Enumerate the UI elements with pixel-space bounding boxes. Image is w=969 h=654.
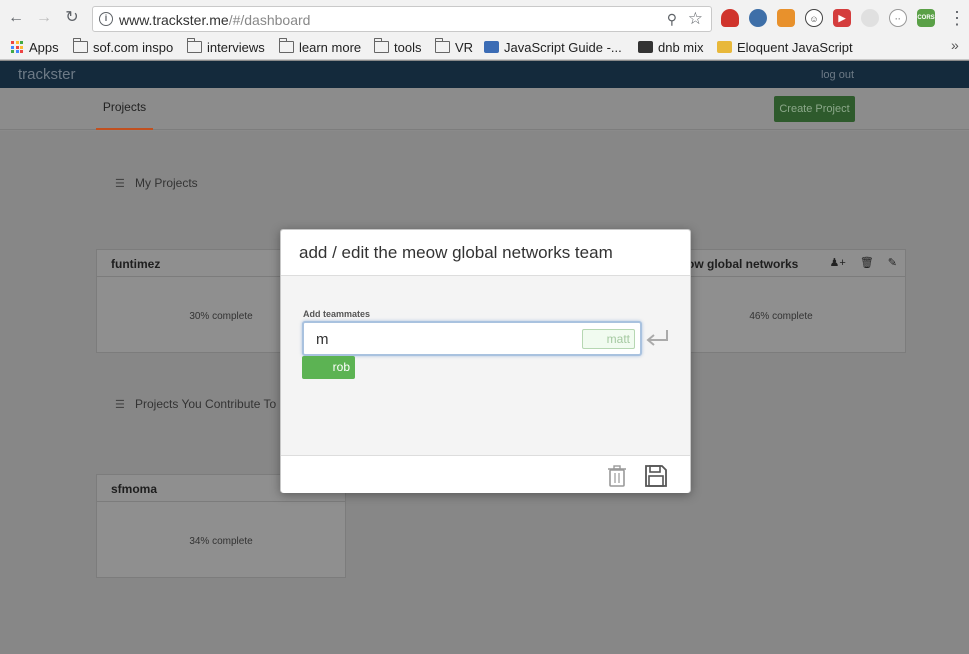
back-icon[interactable]: ← — [6, 8, 26, 28]
card-progress: 34% complete — [189, 536, 253, 547]
mixcloud-icon — [638, 41, 653, 53]
url-host: www.trackster.me — [119, 12, 229, 28]
bookmarks-bar: Apps sof.com inspo interviews learn more… — [0, 36, 969, 58]
bookmark-js-guide[interactable]: JavaScript Guide -... — [484, 38, 622, 56]
bookmark-label: Eloquent JavaScript — [737, 39, 853, 55]
modal-footer — [281, 455, 690, 493]
bookmark-sof[interactable]: sof.com inspo — [73, 38, 173, 56]
suggestion-chip[interactable]: matt — [582, 329, 635, 349]
bookmark-dnb-mix[interactable]: dnb mix — [638, 38, 704, 56]
zoom-icon[interactable]: ⚲ — [667, 11, 677, 28]
folder-icon — [279, 38, 294, 53]
bookmark-learn-more[interactable]: learn more — [279, 38, 361, 56]
trash-icon[interactable]: 🗑 — [860, 256, 874, 269]
my-projects-heading: ☰ My Projects — [115, 176, 198, 190]
stack-icon: ☰ — [115, 178, 125, 190]
chrome-menu-icon[interactable]: ⋮ — [948, 8, 966, 28]
bookmark-tools[interactable]: tools — [374, 38, 421, 56]
card-progress: 46% complete — [749, 311, 813, 322]
edit-icon[interactable]: ✎ — [888, 256, 897, 269]
save-team-button[interactable] — [644, 464, 668, 488]
extension-chart-icon[interactable] — [777, 9, 795, 27]
folder-icon — [374, 38, 389, 53]
forward-icon[interactable]: → — [34, 8, 54, 28]
logout-link[interactable]: log out — [821, 69, 854, 81]
teammate-chip[interactable]: rob — [302, 356, 355, 379]
bookmark-label: Apps — [29, 39, 59, 55]
contribute-label: Projects You Contribute To — [135, 397, 277, 411]
bookmark-label: learn more — [299, 39, 362, 55]
browser-toolbar: ← → ↻ i www.trackster.me/#/dashboard ⚲ ☆… — [0, 0, 969, 60]
tab-projects[interactable]: Projects — [96, 88, 153, 130]
apps-icon — [11, 41, 23, 53]
team-modal: add / edit the meow global networks team… — [280, 229, 691, 493]
url-text[interactable]: www.trackster.me/#/dashboard — [119, 12, 310, 28]
bookmarks-overflow-icon[interactable]: » — [951, 37, 959, 53]
extension-video-icon[interactable]: ▶ — [833, 9, 851, 27]
brand-logo[interactable]: trackster — [18, 66, 76, 83]
card-title: funtimez — [111, 257, 161, 271]
create-project-button[interactable]: Create Project — [774, 96, 855, 122]
address-bar[interactable]: i www.trackster.me/#/dashboard ⚲ ☆ — [92, 6, 712, 32]
bookmark-label: sof.com inspo — [93, 39, 174, 55]
bookmark-apps[interactable]: Apps — [11, 38, 59, 56]
project-card-meow[interactable]: ow global networks ♟+ 🗑 ✎ 46% complete — [656, 249, 906, 353]
card-title: sfmoma — [111, 482, 158, 496]
card-header: ow global networks ♟+ 🗑 ✎ — [657, 250, 905, 277]
bookmark-vr[interactable]: VR — [435, 38, 473, 56]
subnav: Projects Create Project — [0, 88, 969, 130]
extension-ghost-icon[interactable] — [861, 9, 879, 27]
folder-icon — [435, 38, 450, 53]
ejs-icon — [717, 41, 732, 53]
bookmark-eloquent-js[interactable]: Eloquent JavaScript — [717, 38, 853, 56]
bookmark-label: dnb mix — [658, 39, 704, 55]
extension-eye-icon[interactable] — [749, 9, 767, 27]
bookmark-label: JavaScript Guide -... — [504, 39, 622, 55]
mdn-icon — [484, 41, 499, 53]
bookmark-label: interviews — [207, 39, 265, 55]
contribute-heading: ☰ Projects You Contribute To — [115, 397, 276, 411]
extension-cors-icon[interactable]: CORS — [917, 9, 935, 27]
folder-icon — [73, 38, 88, 53]
teammate-input[interactable] — [316, 329, 566, 349]
extension-dots-icon[interactable]: ·· — [889, 9, 907, 27]
card-actions: ♟+ 🗑 ✎ — [830, 256, 897, 269]
modal-title: add / edit the meow global networks team — [299, 243, 613, 262]
add-user-icon[interactable]: ♟+ — [830, 256, 846, 269]
bookmark-interviews[interactable]: interviews — [187, 38, 265, 56]
extension-shield-icon[interactable] — [721, 9, 739, 27]
card-title: ow global networks — [687, 257, 799, 271]
app-navbar: trackster log out — [0, 61, 969, 88]
add-teammates-label: Add teammates — [303, 309, 371, 319]
info-icon[interactable]: i — [99, 12, 113, 26]
extension-smiley-icon[interactable]: ☺ — [805, 9, 823, 27]
delete-team-button[interactable] — [606, 464, 628, 488]
modal-header: add / edit the meow global networks team — [281, 230, 690, 276]
bookmark-label: VR — [455, 39, 474, 55]
bookmark-label: tools — [394, 39, 422, 55]
reload-icon[interactable]: ↻ — [62, 8, 82, 28]
url-path: /#/dashboard — [228, 12, 311, 28]
bookmark-star-icon[interactable]: ☆ — [688, 9, 703, 29]
folder-icon — [187, 38, 202, 53]
stack-icon: ☰ — [115, 399, 125, 411]
my-projects-label: My Projects — [135, 176, 198, 190]
teammate-search-field[interactable]: matt — [302, 321, 642, 356]
enter-icon[interactable] — [645, 328, 671, 350]
